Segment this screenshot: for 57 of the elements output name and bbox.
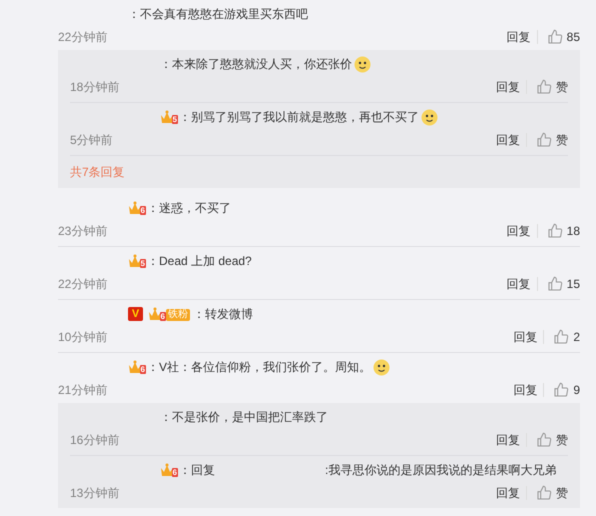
like-button[interactable]: 2 bbox=[544, 328, 580, 346]
like-button[interactable]: 赞 bbox=[527, 484, 568, 502]
like-button[interactable]: 85 bbox=[538, 28, 580, 46]
reply-link[interactable]: 回复 bbox=[490, 486, 527, 500]
thumbs-up-icon[interactable] bbox=[536, 485, 552, 501]
thumbs-up-icon[interactable] bbox=[546, 29, 563, 45]
emoji-icon bbox=[421, 108, 438, 126]
level-number: 5 bbox=[140, 259, 146, 268]
reply-link[interactable]: 回复 bbox=[500, 30, 538, 44]
comment-text: ：不会真有憨憨在游戏里买东西吧 bbox=[128, 6, 308, 23]
comment-text: ：迷惑，不买了 bbox=[147, 200, 231, 217]
like-button[interactable]: 赞 bbox=[527, 131, 568, 149]
thumbs-up-icon[interactable] bbox=[536, 79, 552, 95]
reply-link[interactable]: 回复 bbox=[500, 224, 538, 238]
thumbs-up-icon[interactable] bbox=[546, 276, 563, 292]
level-number: 6 bbox=[172, 468, 178, 477]
reply-prefix: ：回复 bbox=[179, 462, 215, 479]
comment-text: :我寻思你说的是原因我说的是结果啊大兄弟 bbox=[325, 462, 556, 479]
comment-text: ：V社：各位信仰粉，我们张价了。周知。 bbox=[147, 359, 372, 376]
like-button[interactable]: 赞 bbox=[527, 431, 568, 449]
like-button[interactable]: 15 bbox=[538, 275, 580, 293]
time-label: 22分钟前 bbox=[58, 276, 108, 293]
comment-text: ：不是张价，是中国把汇率跌了 bbox=[160, 409, 328, 426]
reply-link[interactable]: 回复 bbox=[507, 383, 544, 397]
level-number: 5 bbox=[172, 115, 178, 124]
thumbs-up-icon[interactable] bbox=[553, 329, 570, 345]
thumbs-up-icon[interactable] bbox=[553, 382, 570, 398]
thumbs-up-icon[interactable] bbox=[546, 223, 563, 239]
time-label: 23分钟前 bbox=[58, 223, 108, 240]
time-label: 22分钟前 bbox=[58, 29, 108, 46]
time-label: 18分钟前 bbox=[70, 79, 120, 96]
level-number: 6 bbox=[160, 312, 166, 321]
time-label: 5分钟前 bbox=[70, 132, 113, 149]
time-label: 13分钟前 bbox=[70, 485, 120, 502]
comment-text: ：转发微博 bbox=[193, 306, 253, 323]
time-label: 16分钟前 bbox=[70, 432, 120, 449]
time-label: 10分钟前 bbox=[58, 329, 108, 346]
time-label: 21分钟前 bbox=[58, 382, 108, 399]
comment-text: ：Dead 上加 dead? bbox=[147, 253, 252, 270]
comment-text: ：别骂了别骂了我以前就是憨憨，再也不买了 bbox=[179, 109, 419, 126]
thumbs-up-icon[interactable] bbox=[536, 432, 552, 448]
reply-link[interactable]: 回复 bbox=[500, 277, 538, 291]
like-button[interactable]: 赞 bbox=[527, 78, 568, 96]
reply-link[interactable]: 回复 bbox=[490, 433, 527, 447]
emoji-icon bbox=[354, 56, 371, 72]
reply-link[interactable]: 回复 bbox=[490, 80, 527, 94]
reply-link[interactable]: 回复 bbox=[490, 133, 527, 147]
reply-link[interactable]: 回复 bbox=[507, 330, 544, 344]
like-button[interactable]: 9 bbox=[544, 381, 580, 399]
level-number: 6 bbox=[140, 206, 146, 215]
thumbs-up-icon[interactable] bbox=[536, 132, 552, 148]
comment-text: ：本来除了憨憨就没人买，你还张价 bbox=[160, 56, 352, 73]
verified-badge: V bbox=[128, 307, 143, 321]
emoji-icon bbox=[373, 358, 390, 376]
like-button[interactable]: 18 bbox=[538, 222, 580, 240]
level-number: 6 bbox=[140, 365, 146, 374]
fan-tag: 铁粉 bbox=[166, 309, 190, 321]
